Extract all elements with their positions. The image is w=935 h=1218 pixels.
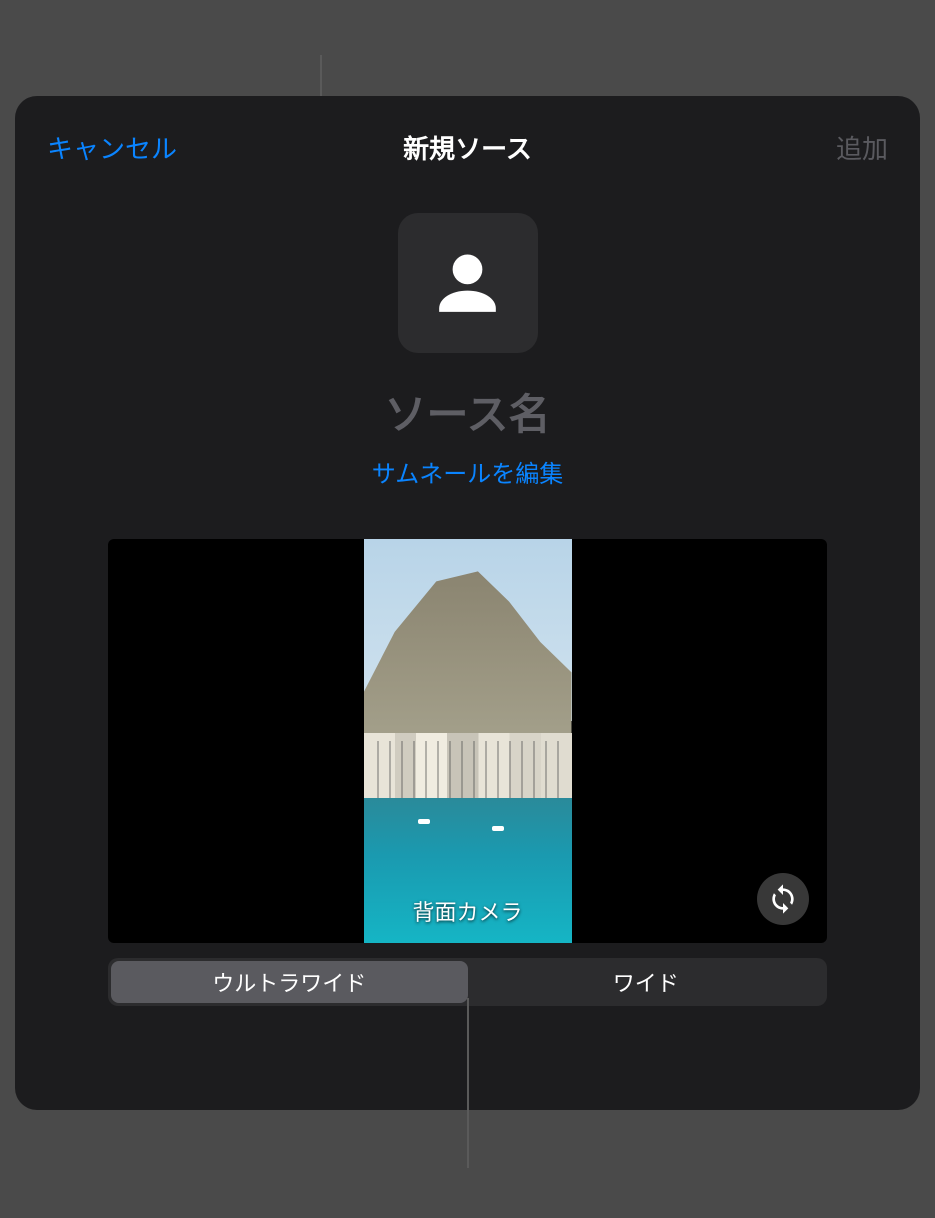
callout-line-bottom — [467, 998, 469, 1168]
segment-wide[interactable]: ワイド — [468, 961, 825, 1003]
modal-header: キャンセル 新規ソース 追加 — [15, 96, 920, 171]
add-button[interactable]: 追加 — [836, 129, 888, 166]
segment-ultrawide[interactable]: ウルトラワイド — [111, 961, 468, 1003]
avatar-placeholder[interactable] — [398, 213, 538, 353]
source-name-input[interactable]: ソース名 — [385, 381, 551, 442]
flip-camera-icon — [767, 883, 799, 915]
camera-label: 背面カメラ — [412, 895, 522, 927]
preview-image — [364, 539, 572, 943]
modal-title: 新規ソース — [403, 129, 532, 166]
callout-line-top — [320, 55, 322, 96]
person-icon — [425, 241, 510, 326]
camera-preview: 背面カメラ — [108, 539, 827, 943]
edit-thumbnail-button[interactable]: サムネールを編集 — [372, 454, 564, 489]
cancel-button[interactable]: キャンセル — [47, 129, 177, 166]
flip-camera-button[interactable] — [757, 873, 809, 925]
new-source-modal: キャンセル 新規ソース 追加 ソース名 サムネールを編集 背面カメラ — [15, 96, 920, 1110]
avatar-section: ソース名 サムネールを編集 — [15, 213, 920, 489]
